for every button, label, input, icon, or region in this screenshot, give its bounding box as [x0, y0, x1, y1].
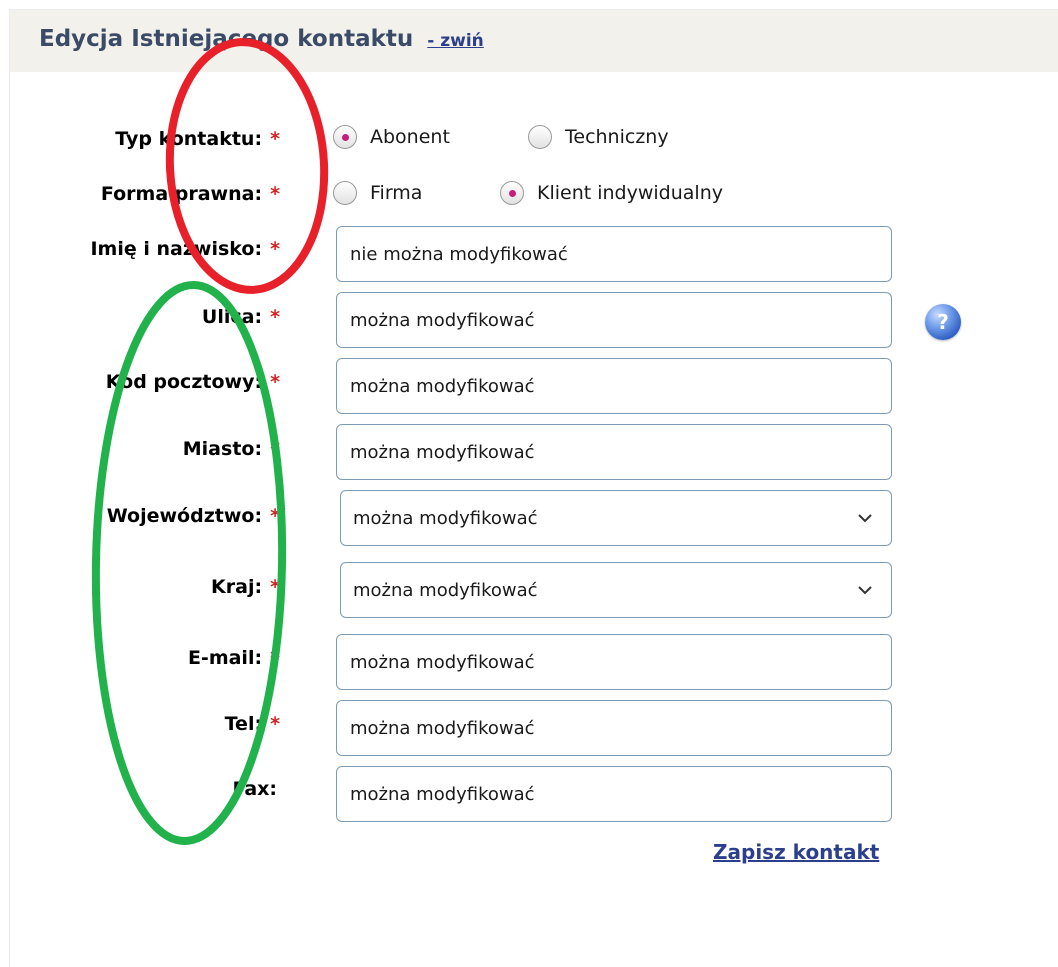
required-marker: * [270, 183, 280, 205]
required-marker: * [270, 505, 280, 527]
required-marker: * [270, 371, 280, 393]
country-label: Kraj: * [211, 576, 280, 598]
radio-button-checked[interactable] [333, 125, 357, 149]
panel-title-text: Edycja Istniejącego kontaktu [39, 26, 414, 52]
radio-button-unchecked[interactable] [528, 125, 552, 149]
help-icon[interactable]: ? [925, 304, 961, 340]
fax-label: Fax: [232, 778, 277, 800]
voivodeship-select[interactable]: można modyfikować [340, 490, 892, 546]
city-label: Miasto: * [182, 438, 280, 460]
collapse-link[interactable]: - zwiń [427, 31, 484, 51]
required-marker: * [270, 576, 280, 598]
contact-edit-panel: Edycja Istniejącego kontaktu - zwiń [9, 9, 1058, 967]
postal-code-label: Kod pocztowy: * [105, 371, 280, 393]
country-select-value: można modyfikować [353, 579, 538, 601]
phone-label: Tel: * [224, 713, 280, 735]
radio-techniczny[interactable]: Techniczny [528, 122, 669, 152]
voivodeship-label: Województwo: * [106, 505, 280, 527]
street-field[interactable] [336, 292, 892, 348]
radio-firma[interactable]: Firma [333, 178, 422, 208]
phone-field[interactable] [336, 700, 892, 756]
legal-form-label: Forma prawna: * [100, 183, 280, 205]
required-marker: * [270, 647, 280, 669]
fax-field[interactable] [336, 766, 892, 822]
city-field[interactable] [336, 424, 892, 480]
required-marker: * [270, 128, 280, 150]
name-field[interactable] [336, 226, 892, 282]
save-contact-link[interactable]: Zapisz kontakt [713, 840, 879, 864]
radio-abonent[interactable]: Abonent [333, 122, 450, 152]
required-marker: * [270, 238, 280, 260]
name-label: Imię i nazwisko: * [90, 238, 280, 260]
email-field[interactable] [336, 634, 892, 690]
voivodeship-select-value: można modyfikować [353, 507, 538, 529]
required-marker: * [270, 306, 280, 328]
country-select[interactable]: można modyfikować [340, 562, 892, 618]
chevron-down-icon [858, 586, 872, 595]
required-marker: * [270, 713, 280, 735]
required-marker: * [270, 438, 280, 460]
postal-code-field[interactable] [336, 358, 892, 414]
email-label: E-mail: * [187, 647, 280, 669]
radio-button-unchecked[interactable] [333, 181, 357, 205]
contact-type-label: Typ kontaktu: * [115, 128, 280, 150]
radio-button-checked[interactable] [500, 181, 524, 205]
panel-title: Edycja Istniejącego kontaktu - zwiń [39, 26, 484, 52]
chevron-down-icon [858, 514, 872, 523]
panel-header: Edycja Istniejącego kontaktu - zwiń [10, 10, 1058, 72]
street-label: Ulica: * [201, 306, 280, 328]
radio-klient-indywidualny[interactable]: Klient indywidualny [500, 178, 723, 208]
